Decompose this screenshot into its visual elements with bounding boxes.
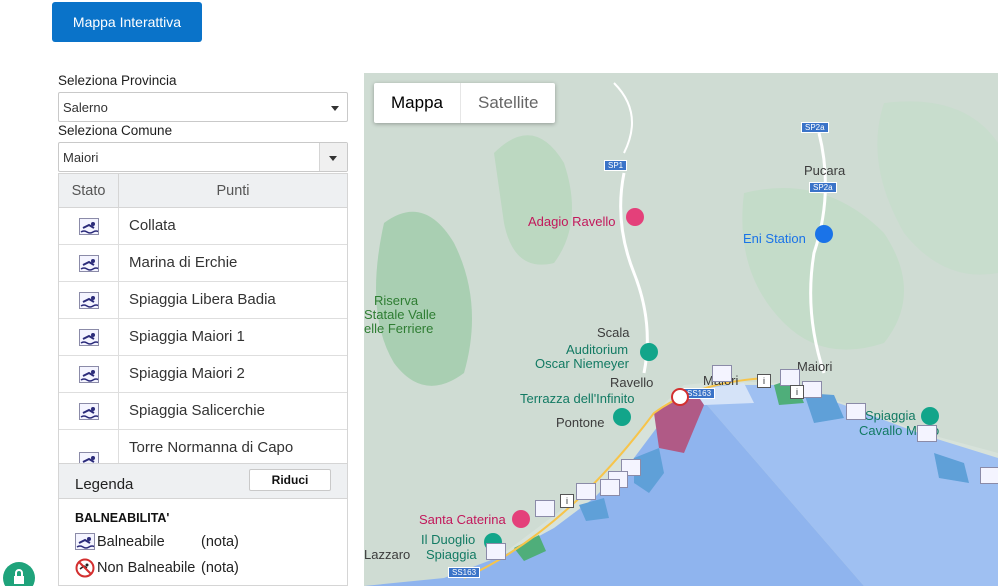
legend-note-link[interactable]: (nota) (201, 560, 239, 576)
chevron-down-icon (329, 156, 337, 161)
map-label-spiaggia-cavallo-morto[interactable]: Spiaggia (865, 408, 916, 423)
interactive-map-button[interactable]: Mappa Interattiva (52, 2, 202, 42)
province-label: Seleziona Provincia (58, 73, 177, 88)
legend-header: Legenda Riduci (59, 463, 347, 499)
province-selected-value: Salerno (63, 100, 108, 115)
swimmer-marker-icon[interactable] (980, 467, 998, 484)
status-cell (59, 208, 119, 244)
lock-icon[interactable] (3, 562, 35, 586)
map-label-duoglio[interactable]: Il Duoglio (421, 532, 475, 547)
tab-mappa[interactable]: Mappa (374, 83, 460, 123)
swimmer-icon (75, 533, 95, 550)
map-label-pontone: Pontone (556, 415, 605, 430)
map-label-ravello: Ravello (610, 375, 654, 390)
swimmer-marker-icon[interactable] (535, 500, 555, 517)
map-label-eni[interactable]: Eni Station (743, 231, 806, 246)
swimmer-marker-icon[interactable] (486, 543, 506, 560)
swimmer-marker-icon[interactable] (712, 365, 732, 382)
hotel-icon[interactable] (512, 510, 530, 528)
legend-item-balneabile: Balneabile (nota) (75, 533, 335, 550)
province-select[interactable]: Salerno (58, 92, 348, 122)
point-name[interactable]: Spiaggia Maiori 2 (119, 356, 347, 392)
swimmer-icon (78, 217, 99, 235)
swimmer-marker-icon[interactable] (846, 403, 866, 420)
map-label-riserva: Riserva (374, 293, 419, 308)
status-cell (59, 245, 119, 281)
music-icon[interactable] (640, 343, 658, 361)
no-swimming-icon (75, 558, 95, 578)
legend-label: Non Balneabile (97, 560, 196, 576)
swimmer-icon (78, 328, 99, 346)
column-header-stato: Stato (59, 174, 119, 207)
hotel-icon[interactable] (626, 208, 644, 226)
road-badge: SS163 (448, 567, 481, 578)
legend-label: Balneabile (97, 533, 165, 550)
chevron-down-icon (331, 106, 339, 111)
point-name[interactable]: Spiaggia Salicerchie (119, 393, 347, 429)
swimmer-marker-icon[interactable] (802, 381, 822, 398)
road-badge: SP1 (604, 160, 628, 171)
map-label-adagio[interactable]: Adagio Ravello (528, 214, 615, 229)
table-row[interactable]: Collata (59, 208, 347, 245)
map-label-lazzaro: Lazzaro (364, 547, 411, 562)
info-marker-icon[interactable]: i (757, 374, 771, 388)
map-label-santa-caterina[interactable]: Santa Caterina (419, 512, 506, 527)
table-row[interactable]: Spiaggia Salicerchie (59, 393, 347, 430)
swimmer-marker-icon[interactable] (917, 425, 937, 442)
gas-station-icon[interactable] (815, 225, 833, 243)
collapse-legend-button[interactable]: Riduci (249, 469, 331, 491)
map-view[interactable]: Mappa Satellite SP1 SP2a SP2a SS163 SS16… (364, 73, 998, 586)
point-name[interactable]: Collata (119, 208, 347, 244)
map-label-terrazza[interactable]: Terrazza dell'Infinito (520, 391, 634, 406)
point-name[interactable]: Marina di Erchie (119, 245, 347, 281)
legend-section-title: BALNEABILITA' (75, 511, 170, 525)
comune-label: Seleziona Comune (58, 123, 173, 138)
swimmer-marker-icon[interactable] (576, 483, 596, 500)
map-label-auditorium[interactable]: Auditorium (566, 342, 628, 357)
swimmer-icon (78, 365, 99, 383)
swimmer-icon (78, 254, 99, 272)
point-name[interactable]: Spiaggia Libera Badia (119, 282, 347, 318)
map-label-riserva: elle Ferriere (364, 321, 434, 336)
table-row[interactable]: Spiaggia Maiori 2 (59, 356, 347, 393)
map-label-riserva: Statale Valle (364, 307, 437, 322)
beach-points-table: Stato Punti Collata Marina di Erchie Spiag… (58, 173, 348, 492)
tab-satellite[interactable]: Satellite (459, 83, 555, 123)
status-cell (59, 356, 119, 392)
legend-title: Legenda (75, 476, 134, 493)
road-badge: SP2a (801, 122, 829, 133)
legend-note-link[interactable]: (nota) (201, 534, 239, 550)
table-row[interactable]: Spiaggia Libera Badia (59, 282, 347, 319)
swimmer-marker-icon[interactable] (600, 479, 620, 496)
comune-selected-value: Maiori (63, 150, 99, 165)
table-row[interactable]: Marina di Erchie (59, 245, 347, 282)
swimmer-icon (78, 402, 99, 420)
map-canvas[interactable] (364, 73, 998, 586)
point-name[interactable]: Spiaggia Maiori 1 (119, 319, 347, 355)
status-cell (59, 393, 119, 429)
status-cell (59, 319, 119, 355)
camera-icon[interactable] (613, 408, 631, 426)
legend-panel: Legenda Riduci BALNEABILITA' Balneabile … (58, 463, 348, 586)
table-row[interactable]: Spiaggia Maiori 1 (59, 319, 347, 356)
table-header: Stato Punti (59, 174, 347, 208)
info-marker-icon[interactable]: i (560, 494, 574, 508)
map-label-pucara: Pucara (804, 163, 846, 178)
legend-item-non-balneabile: Non Balneabile (nota) (75, 558, 335, 578)
map-type-toggle: Mappa Satellite (374, 83, 556, 123)
map-label-scala: Scala (597, 325, 630, 340)
swimmer-marker-icon[interactable] (780, 369, 800, 386)
road-badge: SP2a (809, 182, 837, 193)
beach-icon[interactable] (921, 407, 939, 425)
info-marker-icon[interactable]: i (790, 385, 804, 399)
column-header-punti: Punti (216, 182, 250, 199)
map-label-maiori: Maiori (797, 359, 833, 374)
swimmer-icon (78, 291, 99, 309)
status-cell (59, 282, 119, 318)
no-swimming-marker-icon[interactable] (671, 388, 689, 406)
map-label-auditorium[interactable]: Oscar Niemeyer (535, 356, 629, 371)
map-label-duoglio[interactable]: Spiaggia (426, 547, 477, 562)
comune-select[interactable]: Maiori (58, 142, 348, 172)
